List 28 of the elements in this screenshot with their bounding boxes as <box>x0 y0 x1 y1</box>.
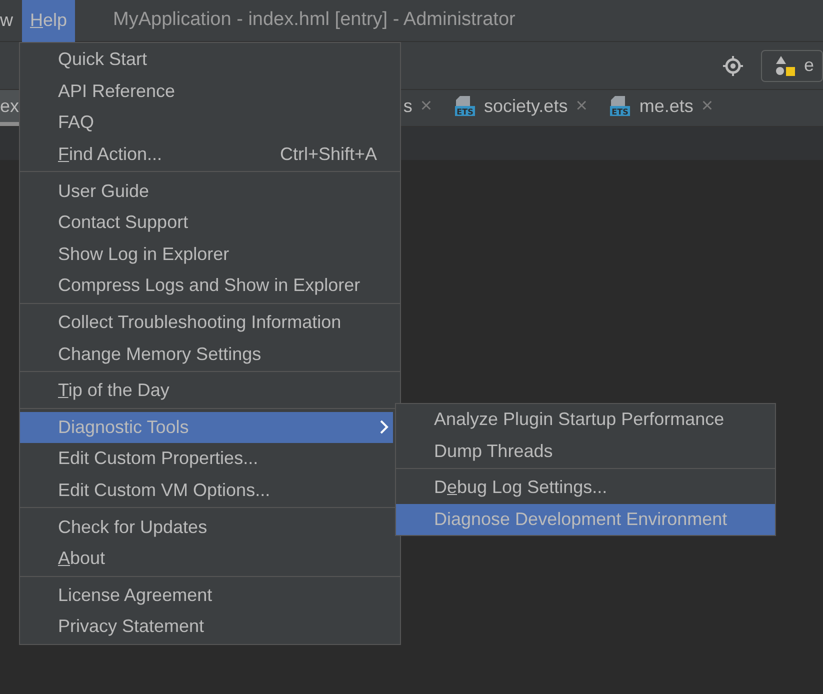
menu-item[interactable]: Find Action... Ctrl+Shift+A <box>20 138 393 170</box>
menu-item[interactable]: Collect Troubleshooting Information <box>20 306 393 338</box>
menu-item[interactable]: Show Log in Explorer <box>20 238 393 270</box>
menu-item[interactable]: Dump Threads <box>396 436 775 468</box>
menu-item[interactable]: Quick Start <box>20 44 393 76</box>
menu-item[interactable]: About <box>20 542 393 574</box>
menu-item[interactable]: FAQ <box>20 107 393 139</box>
menu-item[interactable]: API Reference <box>20 76 393 108</box>
menu-item[interactable]: Edit Custom VM Options... <box>20 474 393 506</box>
editor-tab[interactable]: ETS society.ets × <box>446 90 596 126</box>
menu-item[interactable]: Privacy Statement <box>20 611 393 643</box>
menu-item[interactable]: Check for Updates <box>20 511 393 543</box>
target-icon[interactable] <box>722 56 743 76</box>
configuration-button[interactable]: e <box>760 50 823 82</box>
menu-item[interactable]: Edit Custom Properties... <box>20 443 393 475</box>
menu-item[interactable]: Change Memory Settings <box>20 338 393 370</box>
menu-item[interactable]: Analyze Plugin Startup Performance <box>396 404 775 436</box>
editor-tab[interactable]: ETS me.ets × <box>601 90 722 126</box>
menu-item[interactable]: Tip of the Day <box>20 374 393 407</box>
menu-item[interactable]: Contact Support <box>20 206 393 239</box>
menu-item[interactable]: Debug Log Settings... <box>396 472 775 504</box>
menu-item[interactable]: Compress Logs and Show in Explorer <box>20 270 393 302</box>
menu-item[interactable]: License Agreement <box>20 580 393 612</box>
shortcut-text: Ctrl+Shift+A <box>280 143 377 166</box>
menu-item[interactable]: User Guide <box>20 175 393 207</box>
shapes-icon <box>774 54 796 76</box>
menu-item[interactable]: w <box>0 0 13 42</box>
window-title: MyApplication - index.hml [entry] - Administrator <box>113 8 516 32</box>
